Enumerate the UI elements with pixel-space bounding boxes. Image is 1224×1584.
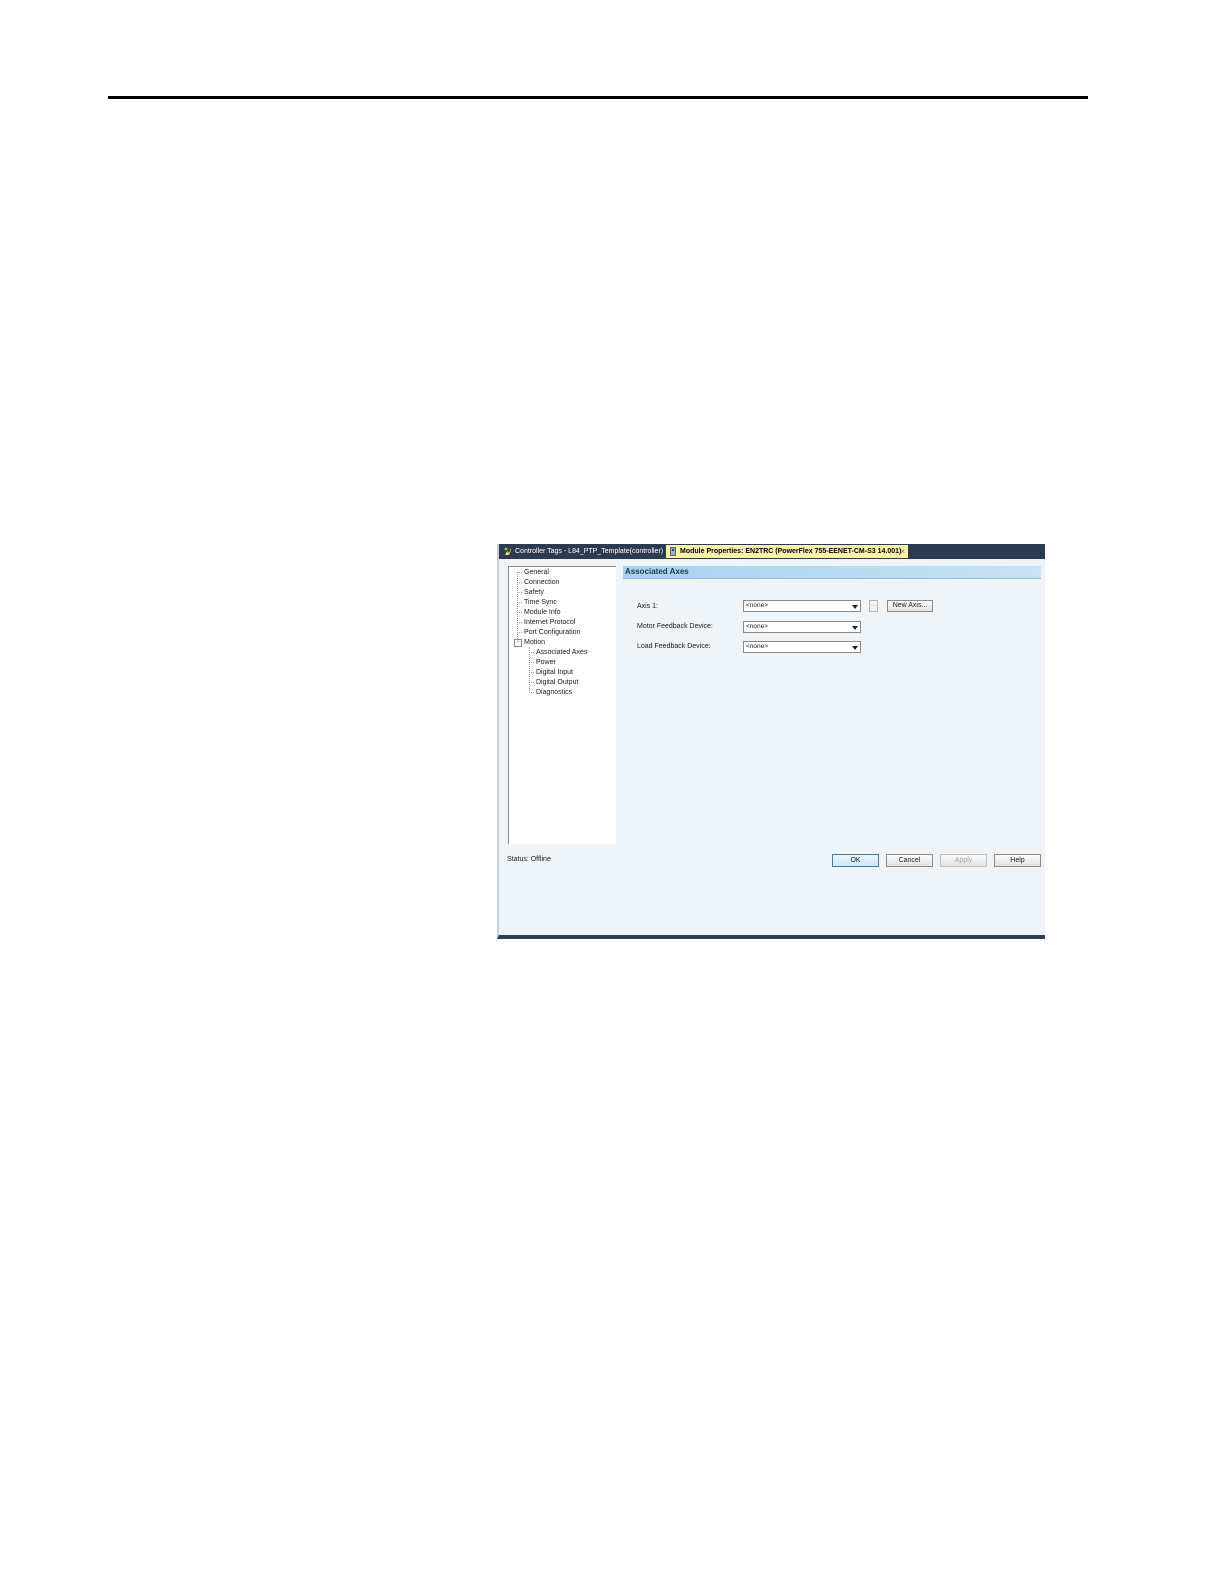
tree-item-associated-axes[interactable]: Associated Axes — [536, 648, 587, 657]
load-feedback-label: Load Feedback Device: — [637, 643, 711, 650]
tree-item-safety[interactable]: Safety — [524, 588, 544, 597]
status-text: Status: Offline — [507, 856, 551, 863]
tree-item-digital-output[interactable]: Digital Output — [536, 678, 578, 687]
axis-1-label: Axis 1: — [637, 603, 659, 610]
chevron-down-icon — [852, 605, 858, 609]
motor-feedback-value: <none> — [746, 623, 769, 630]
tab-module-properties-label: Module Properties: EN2TRC (PowerFlex 755… — [680, 548, 902, 555]
module-properties-window: Controller Tags - L84_PTP_Template(contr… — [497, 544, 1045, 939]
tree-connector — [529, 662, 534, 663]
chevron-down-icon — [852, 646, 858, 650]
cancel-button[interactable]: Cancel — [886, 854, 933, 867]
tree-connector — [517, 592, 522, 593]
tree-item-time-sync[interactable]: Time Sync — [524, 598, 557, 607]
axis-1-value: <none> — [746, 602, 769, 609]
tree-connector — [529, 652, 534, 653]
tree-connector — [529, 647, 530, 693]
associated-axes-header: Associated Axes — [623, 566, 1041, 579]
tree-item-digital-input[interactable]: Digital Input — [536, 668, 573, 677]
motor-feedback-label: Motor Feedback Device: — [637, 623, 713, 630]
tab-module-properties[interactable]: Module Properties: EN2TRC (PowerFlex 755… — [666, 545, 908, 558]
load-feedback-select[interactable]: <none> — [743, 641, 861, 653]
tree-item-connection[interactable]: Connection — [524, 578, 559, 587]
tree-item-motion[interactable]: Motion — [524, 638, 545, 647]
tree-connector — [529, 682, 534, 683]
tree-item-general[interactable]: General — [524, 568, 549, 577]
tab-controller-tags-label: Controller Tags - L84_PTP_Template(contr… — [515, 548, 664, 555]
axis-browse-button[interactable]: ... — [869, 600, 878, 612]
tree-item-diagnostics[interactable]: Diagnostics — [536, 688, 572, 697]
category-tree: General Connection Safety Time Sync Modu… — [508, 566, 616, 844]
ok-button[interactable]: OK — [832, 854, 879, 867]
motor-feedback-select[interactable]: <none> — [743, 621, 861, 633]
apply-button[interactable]: Apply — [940, 854, 987, 867]
module-icon — [670, 547, 676, 556]
tree-connector — [517, 582, 522, 583]
tab-controller-tags[interactable]: Controller Tags - L84_PTP_Template(contr… — [501, 545, 664, 558]
collapse-icon[interactable]: − — [514, 639, 522, 647]
tree-item-internet-protocol[interactable]: Internet Protocol — [524, 618, 575, 627]
tree-connector — [517, 632, 522, 633]
tab-bar: Controller Tags - L84_PTP_Template(contr… — [499, 544, 1045, 559]
close-icon[interactable]: × — [900, 545, 905, 558]
page-header-rule — [108, 96, 1088, 99]
tree-item-port-configuration[interactable]: Port Configuration — [524, 628, 580, 637]
tree-connector — [517, 612, 522, 613]
tree-connector — [517, 622, 522, 623]
help-button[interactable]: Help — [994, 854, 1041, 867]
load-feedback-value: <none> — [746, 643, 769, 650]
new-axis-button[interactable]: New Axis... — [887, 600, 933, 612]
tree-item-power[interactable]: Power — [536, 658, 556, 667]
tree-connector — [517, 572, 522, 573]
tree-connector — [517, 602, 522, 603]
chevron-down-icon — [852, 626, 858, 630]
tree-connector — [529, 672, 534, 673]
axis-1-select[interactable]: <none> — [743, 600, 861, 612]
controller-tags-icon — [504, 547, 511, 555]
tree-connector — [529, 692, 534, 693]
tree-item-module-info[interactable]: Module Info — [524, 608, 561, 617]
